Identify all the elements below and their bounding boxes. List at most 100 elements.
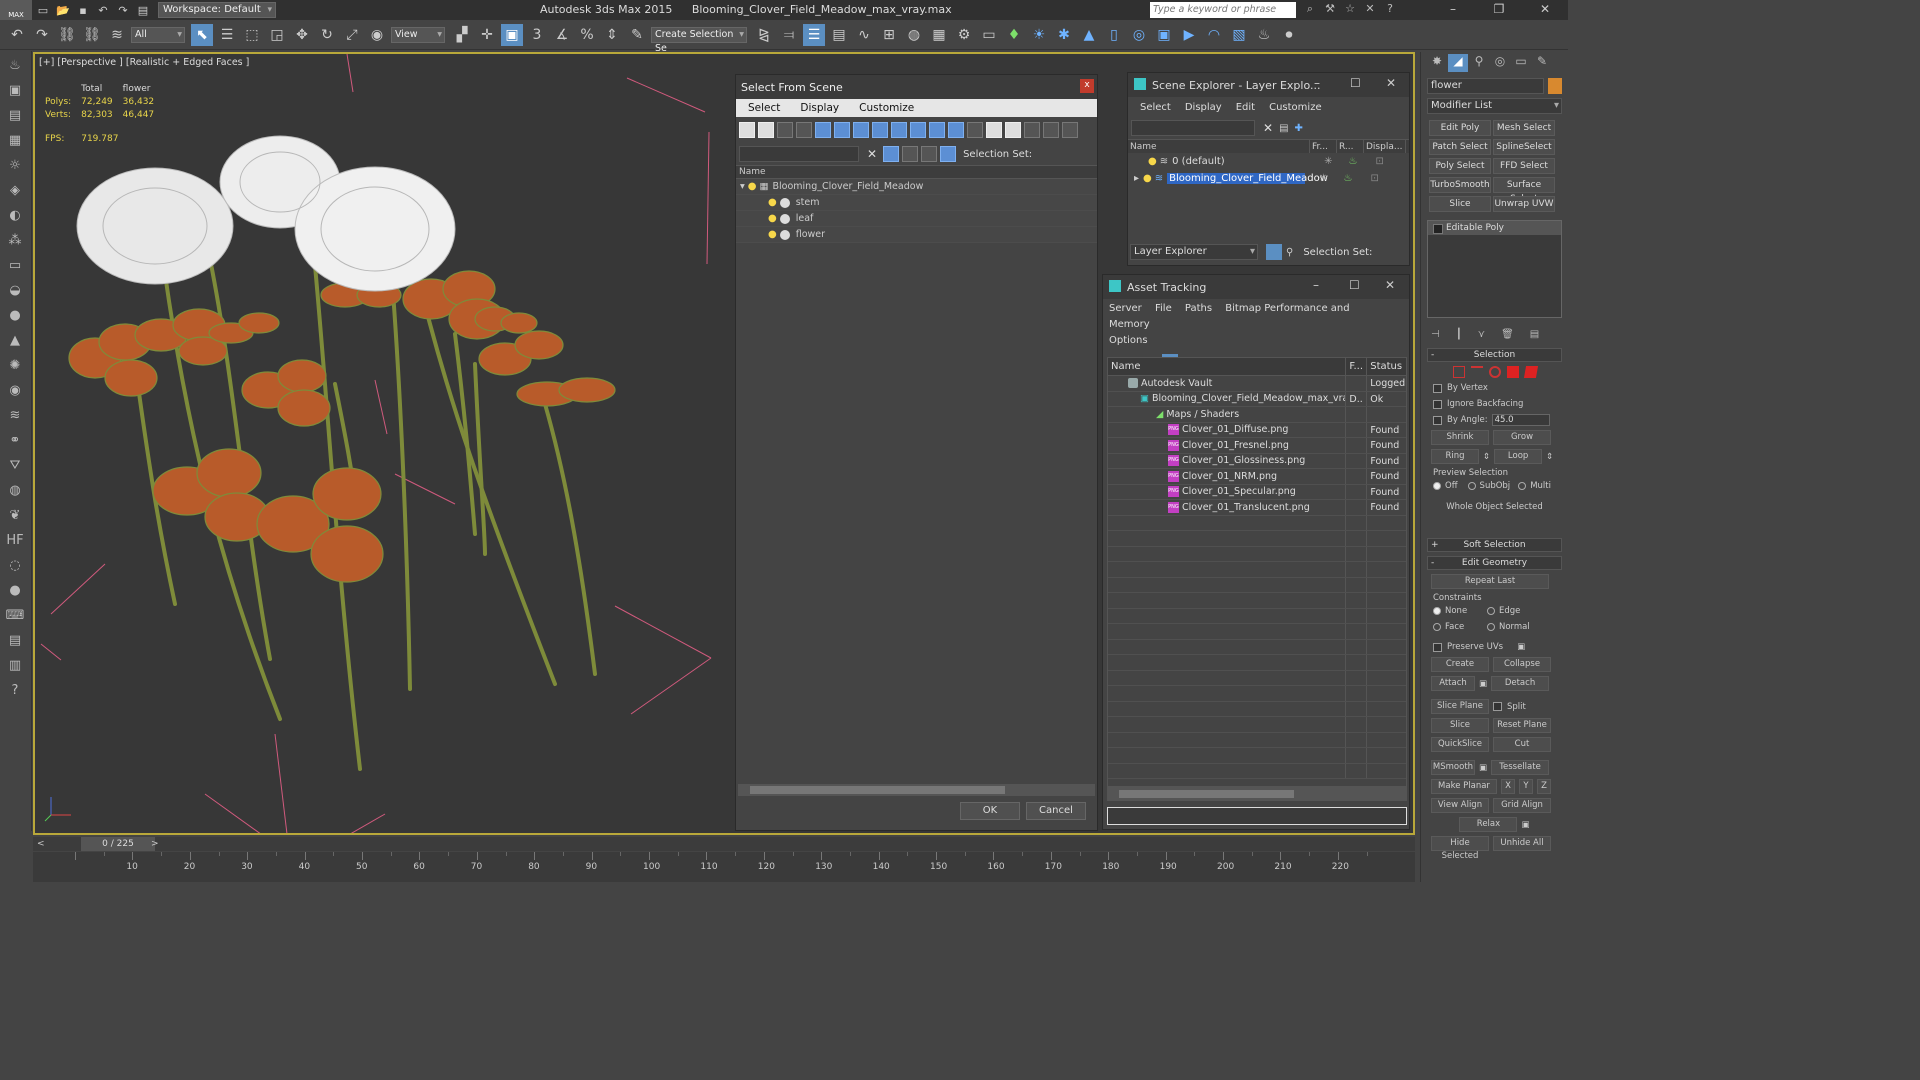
create-button[interactable]: Create bbox=[1431, 657, 1489, 672]
display-lights-icon[interactable] bbox=[777, 122, 793, 138]
rect-icon[interactable]: ▭ bbox=[4, 254, 26, 276]
angle-snap-icon[interactable]: ∡ bbox=[551, 24, 573, 46]
col-name[interactable]: Name bbox=[1128, 140, 1310, 153]
help-icon[interactable]: ? bbox=[1380, 2, 1400, 18]
constraint-normal-radio[interactable] bbox=[1487, 623, 1495, 631]
close-icon[interactable]: ✕ bbox=[1386, 76, 1396, 90]
undo-icon[interactable]: ↶ bbox=[94, 2, 112, 18]
teapot-icon[interactable]: ♨ bbox=[1253, 24, 1275, 46]
poly-select-button[interactable]: Poly Select bbox=[1429, 158, 1491, 174]
curve-editor-icon[interactable]: ∿ bbox=[853, 24, 875, 46]
spinner-snap-icon[interactable]: ⇕ bbox=[601, 24, 623, 46]
preview-subobj-radio[interactable] bbox=[1467, 482, 1476, 490]
dynamics-icon[interactable]: ⚭ bbox=[4, 429, 26, 451]
vertex-level-icon[interactable] bbox=[1452, 366, 1465, 378]
turbosmooth-button[interactable]: TurboSmooth bbox=[1429, 177, 1491, 193]
vray-light-icon[interactable]: ♦ bbox=[1003, 24, 1025, 46]
display-tab-icon[interactable]: ▭ bbox=[1511, 54, 1531, 72]
display-spacewarps-icon[interactable] bbox=[834, 122, 850, 138]
hierarchy-mode-icon[interactable]: ⚲ bbox=[1286, 247, 1293, 258]
gizmo-icon[interactable]: ◈ bbox=[4, 179, 26, 201]
ffd-select-button[interactable]: FFD Select bbox=[1493, 158, 1555, 174]
view-align-button[interactable]: View Align bbox=[1431, 798, 1489, 813]
bind-spacewarp-icon[interactable]: ≋ bbox=[106, 24, 128, 46]
object-name-input[interactable]: flower bbox=[1427, 78, 1544, 94]
col-display[interactable]: Displa... bbox=[1364, 140, 1406, 153]
shell-icon[interactable]: ◌ bbox=[4, 554, 26, 576]
asset-row-png[interactable]: PNG Clover_01_NRM.png Found bbox=[1108, 469, 1406, 485]
by-angle-checkbox[interactable]: By Angle: 45.0 bbox=[1433, 414, 1568, 426]
patch-select-button[interactable]: Patch Select bbox=[1429, 139, 1491, 155]
border-level-icon[interactable] bbox=[1488, 366, 1501, 378]
edge-level-icon[interactable] bbox=[1470, 366, 1483, 378]
display-icon[interactable]: ⊡ bbox=[1371, 173, 1379, 184]
close-icon[interactable]: ✕ bbox=[1385, 278, 1395, 292]
menu-select[interactable]: Select bbox=[1140, 102, 1171, 113]
dome-icon[interactable]: ◒ bbox=[4, 279, 26, 301]
vray-proxy-icon[interactable]: ▲ bbox=[1078, 24, 1100, 46]
tripod-icon[interactable]: ⛛ bbox=[4, 454, 26, 476]
show-end-result-icon[interactable]: ┃ bbox=[1456, 329, 1462, 340]
asset-row-maxfile[interactable]: ▣ Blooming_Clover_Field_Meadow_max_vra...… bbox=[1108, 391, 1406, 407]
menu-select[interactable]: Select bbox=[748, 102, 780, 114]
box-icon[interactable]: ▣ bbox=[4, 79, 26, 101]
planar-z-button[interactable]: Z bbox=[1537, 779, 1551, 794]
display-helpers-icon[interactable] bbox=[815, 122, 831, 138]
layer-mode-icon[interactable] bbox=[1266, 244, 1282, 260]
by-vertex-checkbox[interactable]: By Vertex bbox=[1433, 382, 1568, 394]
display-xrefs-icon[interactable] bbox=[872, 122, 888, 138]
batch-icon[interactable]: ▥ bbox=[4, 654, 26, 676]
utilities-tab-icon[interactable]: ✎ bbox=[1532, 54, 1552, 72]
freeze-icon[interactable]: ✳ bbox=[1319, 173, 1327, 184]
redo-icon[interactable]: ↷ bbox=[31, 24, 53, 46]
angle-spinner[interactable]: 45.0 bbox=[1491, 414, 1550, 426]
restore-icon[interactable]: ❐ bbox=[1476, 0, 1522, 20]
save-file-icon[interactable]: ▪ bbox=[74, 2, 92, 18]
display-bones-icon[interactable] bbox=[891, 122, 907, 138]
modify-tab-icon[interactable]: ◢ bbox=[1448, 54, 1468, 72]
asset-row-png[interactable]: PNG Clover_01_Fresnel.png Found bbox=[1108, 438, 1406, 454]
hide-selected-button[interactable]: Hide Selected bbox=[1431, 836, 1489, 861]
collapse-button[interactable]: Collapse bbox=[1493, 657, 1551, 672]
menu-customize[interactable]: Customize bbox=[859, 102, 914, 114]
ball-icon[interactable]: ◉ bbox=[4, 379, 26, 401]
display-containers-icon[interactable] bbox=[910, 122, 926, 138]
move-icon[interactable]: ✥ bbox=[291, 24, 313, 46]
vray-fur-icon[interactable]: ✱ bbox=[1053, 24, 1075, 46]
camera-icon[interactable]: ◐ bbox=[4, 204, 26, 226]
particle-icon[interactable]: ⁂ bbox=[4, 229, 26, 251]
hf-icon[interactable]: HF bbox=[4, 529, 26, 551]
favorites-icon[interactable]: ☆ bbox=[1340, 2, 1360, 18]
configure-sets-icon[interactable]: ▤ bbox=[1530, 329, 1539, 340]
select-object-icon[interactable]: ⬉ bbox=[191, 23, 213, 46]
col-frozen[interactable]: Fr... bbox=[1310, 140, 1337, 153]
modifier-list-dropdown[interactable]: Modifier List bbox=[1427, 98, 1562, 114]
keyword-search-input[interactable]: Type a keyword or phrase bbox=[1150, 2, 1296, 18]
attach-list-icon[interactable]: ▣ bbox=[1479, 679, 1487, 689]
display-hidden-icon[interactable] bbox=[948, 122, 964, 138]
slice-plane-button[interactable]: Slice Plane bbox=[1431, 699, 1489, 714]
clear-search-icon[interactable]: ✕ bbox=[867, 147, 877, 161]
render-production-icon[interactable]: ⏺ bbox=[1278, 24, 1300, 46]
preserve-uvs-checkbox[interactable]: Preserve UVs ▣ bbox=[1433, 641, 1568, 653]
plane-icon[interactable]: ▤ bbox=[4, 104, 26, 126]
left-help-icon[interactable]: ? bbox=[4, 679, 26, 701]
asset-row-png[interactable]: PNG Clover_01_Diffuse.png Found bbox=[1108, 422, 1406, 438]
preview-multi-radio[interactable] bbox=[1518, 482, 1527, 490]
quickslice-button[interactable]: QuickSlice bbox=[1431, 737, 1489, 752]
msmooth-button[interactable]: MSmooth bbox=[1431, 760, 1475, 775]
loop-button[interactable]: Loop bbox=[1494, 449, 1543, 464]
vray-sphere-icon[interactable]: ◎ bbox=[1128, 24, 1150, 46]
undo-icon[interactable]: ↶ bbox=[6, 24, 28, 46]
pin-stack-icon[interactable]: ⊣ bbox=[1431, 329, 1440, 340]
stack-item-editable-poly[interactable]: Editable Poly bbox=[1428, 221, 1561, 235]
bulb-icon[interactable]: ● bbox=[1143, 173, 1152, 184]
display-all-icon[interactable] bbox=[967, 122, 983, 138]
track-bar[interactable]: 10 20 30 40 50 60 70 80 90 100 110 120 130 140 150 160 1… bbox=[33, 852, 1415, 882]
ring-spinner-icon[interactable]: ⇕ bbox=[1483, 452, 1490, 462]
minimize-icon[interactable]: – bbox=[1430, 0, 1476, 20]
schematic-view-icon[interactable]: ⊞ bbox=[878, 24, 900, 46]
ok-button[interactable]: OK bbox=[960, 802, 1020, 820]
selection-rollout-header[interactable]: - Selection bbox=[1427, 348, 1562, 362]
asset-row-vault[interactable]: Autodesk Vault Logged bbox=[1108, 376, 1406, 392]
